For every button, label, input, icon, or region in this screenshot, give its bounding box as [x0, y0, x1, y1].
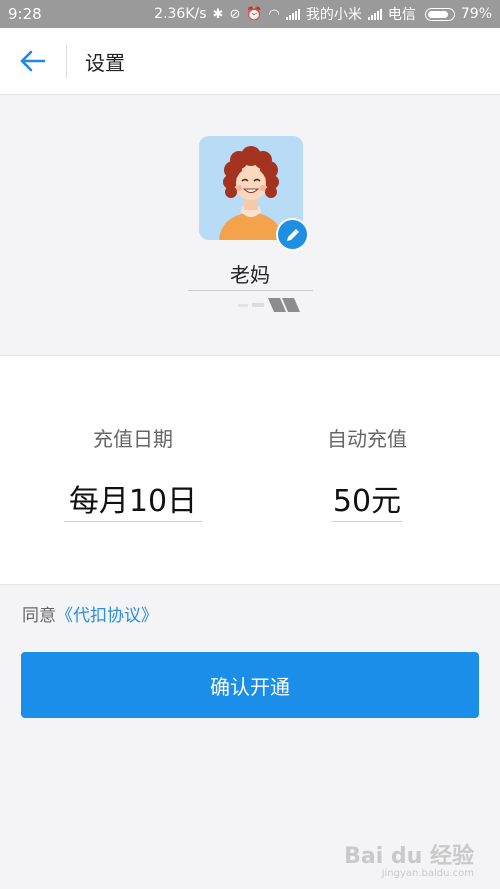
- watermark-logo: Bai du 经验 jingyan.baidu.com: [344, 838, 474, 879]
- auto-recharge-label: 自动充值: [327, 427, 407, 451]
- mute-icon: ⊘: [229, 6, 241, 22]
- date-underline: [64, 521, 202, 522]
- contact-name[interactable]: 老妈: [0, 259, 500, 288]
- bluetooth-icon: ✱: [212, 6, 224, 22]
- confirm-activate-button[interactable]: 确认开通: [21, 652, 479, 718]
- status-right: 2.36K/s ✱ ⊘ ⏰ ◠ 我的小米 电信 79%: [154, 4, 492, 24]
- top-bar: 设置: [0, 28, 500, 95]
- edit-pencil-icon: [286, 228, 299, 241]
- carrier-name-2: 电信: [387, 7, 416, 23]
- battery-icon: [424, 7, 455, 21]
- wifi-icon: ◠: [268, 6, 280, 22]
- edit-avatar-button[interactable]: [276, 218, 309, 251]
- auto-recharge-value[interactable]: 50元: [315, 476, 419, 520]
- recharge-settings: 充值日期 每月10日 自动充值 50元: [0, 355, 500, 585]
- alarm-icon: ⏰: [246, 6, 263, 22]
- amount-underline: [332, 521, 402, 522]
- network-speed: 2.36K/s: [154, 6, 207, 22]
- status-bar: 9:28 2.36K/s ✱ ⊘ ⏰ ◠ 我的小米 电信 79%: [0, 0, 500, 28]
- header-divider: [66, 44, 67, 78]
- agreement-row: 同意《代扣协议》: [22, 601, 158, 626]
- back-arrow-icon: [20, 50, 46, 72]
- name-underline: [188, 290, 313, 291]
- auto-recharge-field[interactable]: 自动充值 50元: [315, 356, 419, 586]
- watermark-brand: Bai du 经验: [344, 844, 474, 869]
- recharge-date-field[interactable]: 充值日期 每月10日: [64, 356, 202, 586]
- agreement-prefix: 同意: [22, 606, 56, 626]
- status-time: 9:28: [8, 5, 42, 23]
- profile-section: 老妈: [0, 96, 500, 354]
- signal-icon: [367, 8, 382, 20]
- watermark-url: jingyan.baidu.com: [381, 868, 474, 879]
- back-button[interactable]: [0, 28, 66, 95]
- agreement-link[interactable]: 《代扣协议》: [56, 606, 158, 626]
- battery-level: 79%: [460, 6, 492, 22]
- signal-icon: [285, 8, 300, 20]
- recharge-date-value[interactable]: 每月10日: [64, 476, 202, 520]
- carrier-name-1: 我的小米: [305, 7, 362, 23]
- masked-phone-number: [238, 298, 300, 312]
- recharge-date-label: 充值日期: [93, 427, 173, 451]
- page-title: 设置: [85, 50, 125, 75]
